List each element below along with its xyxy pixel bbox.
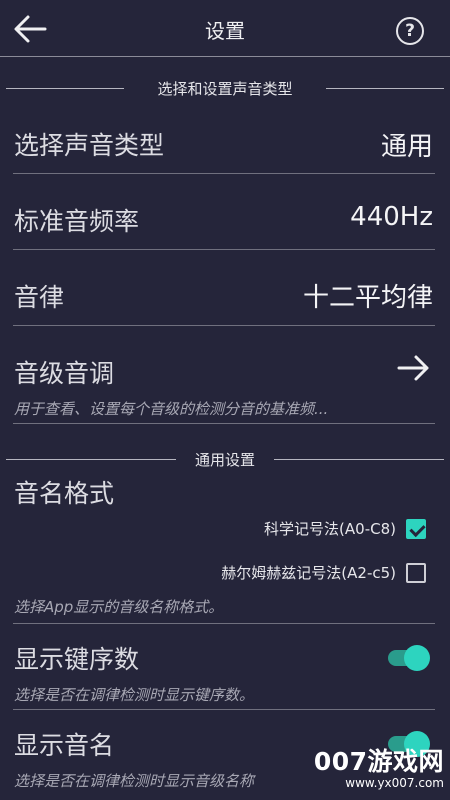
pitch-tuning-label: 音级音调: [14, 359, 115, 388]
sound-type-value: 通用: [380, 132, 433, 162]
help-icon[interactable]: ?: [396, 17, 424, 45]
temperament-row[interactable]: 音律 十二平均律: [13, 250, 435, 326]
option-scientific-label: 科学记号法(A0-C8): [264, 520, 396, 538]
option-helmholtz-label: 赫尔姆赫兹记号法(A2-c5): [221, 564, 396, 582]
show-keys-desc: 选择是否在调律检测时显示键序数。: [14, 686, 255, 704]
app-header: 设置 ?: [0, 0, 450, 57]
note-format-desc: 选择App显示的音级名称格式。: [14, 598, 224, 616]
show-keys-row: 显示键序数 选择是否在调律检测时显示键序数。: [13, 624, 435, 710]
checkbox-checked-icon[interactable]: [406, 518, 426, 539]
temperament-value: 十二平均律: [302, 283, 433, 313]
ref-freq-label: 标准音频率: [14, 207, 140, 236]
sound-type-label: 选择声音类型: [14, 131, 165, 160]
ref-freq-value: 440Hz: [350, 202, 433, 232]
page-title: 设置: [205, 19, 245, 43]
watermark-title: 007游戏网: [313, 747, 444, 776]
note-format-option-scientific[interactable]: 科学记号法(A0-C8): [264, 518, 426, 539]
pitch-tuning-desc: 用于查看、设置每个音级的检测分音的基准频...: [14, 400, 329, 418]
section-header-general: 通用设置: [6, 449, 444, 469]
sound-type-row[interactable]: 选择声音类型 通用: [13, 112, 435, 174]
section-header-sound: 选择和设置声音类型: [6, 78, 444, 98]
checkbox-unchecked-icon[interactable]: [406, 562, 426, 583]
show-notes-label: 显示音名: [14, 731, 115, 760]
note-format-option-helmholtz[interactable]: 赫尔姆赫兹记号法(A2-c5): [221, 562, 426, 583]
temperament-label: 音律: [14, 283, 65, 312]
show-keys-toggle[interactable]: [388, 645, 430, 671]
show-keys-label: 显示键序数: [14, 645, 140, 674]
arrow-right-icon: [397, 354, 431, 386]
ref-freq-row[interactable]: 标准音频率 440Hz: [13, 174, 435, 250]
pitch-tuning-row[interactable]: 音级音调 用于查看、设置每个音级的检测分音的基准频...: [13, 326, 435, 424]
watermark: 007游戏网 www.yx007.com: [314, 742, 444, 790]
note-format-label: 音名格式: [14, 479, 115, 508]
watermark-url: www.yx007.com: [345, 776, 444, 790]
note-format-row: 音名格式 科学记号法(A0-C8) 赫尔姆赫兹记号法(A2-c5) 选择App显…: [13, 470, 435, 624]
